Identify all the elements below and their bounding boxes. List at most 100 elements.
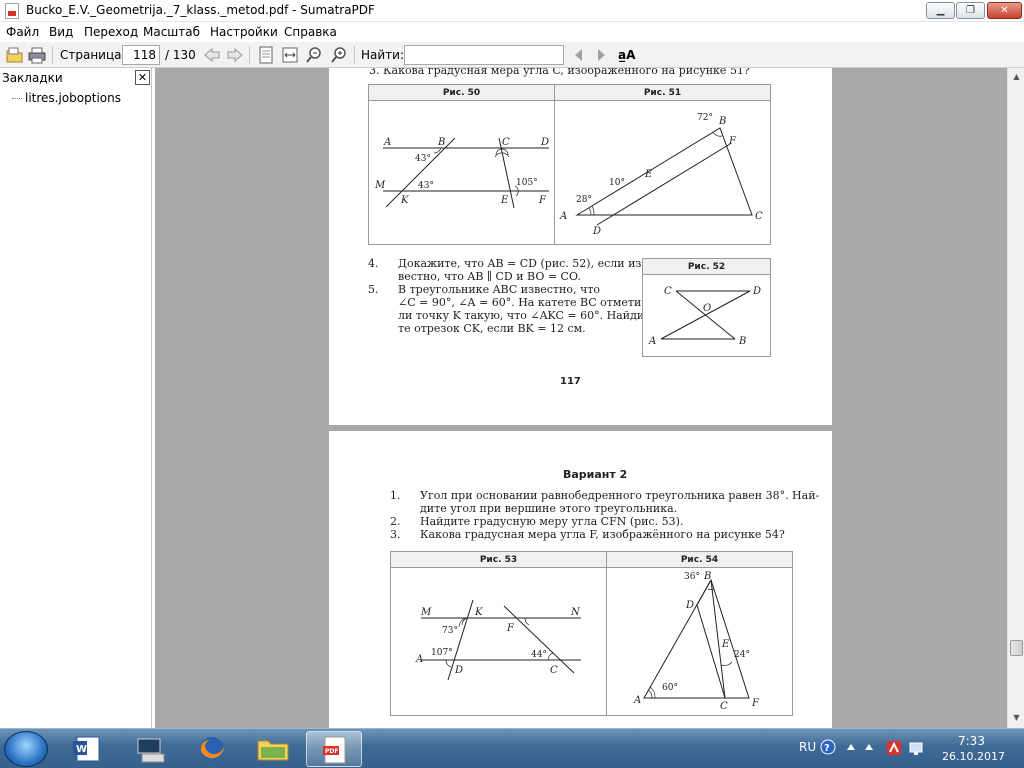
menu-help[interactable]: Справка (284, 25, 337, 39)
clock-date[interactable]: 26.10.2017 (942, 750, 1005, 763)
zoom-in-icon[interactable] (330, 46, 348, 64)
fig50-label-A: A (383, 137, 391, 148)
taskbar-pdf-active[interactable]: PDF (306, 731, 362, 767)
figure-51: Рис. 51 B F E A D C 72° 10° 28° (554, 84, 771, 245)
question-5-line-3: ли точку K такую, что ∠AKC = 60°. Найди- (398, 309, 648, 322)
fig50-label-F: F (538, 195, 547, 206)
next-page-icon[interactable] (226, 46, 244, 64)
language-indicator[interactable]: RU (799, 740, 816, 754)
open-folder-icon[interactable] (6, 46, 24, 64)
tray-arrow-icon[interactable] (864, 742, 874, 752)
menu-go[interactable]: Переход (84, 25, 138, 39)
find-previous-icon[interactable] (570, 46, 588, 64)
fig51-label-F: F (728, 136, 737, 147)
fig50-label-K: K (400, 195, 409, 206)
fig53-label-K: K (474, 607, 483, 618)
help-icon[interactable]: ? (820, 739, 836, 755)
fig53-angle-1: 73° (442, 626, 458, 636)
fig53-label-M: M (420, 607, 432, 618)
word-icon: W (73, 736, 100, 762)
toolbar-separator (52, 46, 53, 64)
question-1-number: 1. (390, 489, 401, 502)
svg-text:?: ? (824, 743, 830, 754)
bookmark-item[interactable]: litres.joboptions (25, 91, 121, 105)
question-5-number: 5. (368, 283, 379, 296)
minimize-button[interactable]: ▁ (926, 2, 955, 19)
fig52-label-B: B (738, 336, 746, 347)
figure-50: Рис. 50 A B C D M K E F 43° 43° 105° (368, 84, 555, 245)
title-bar: Bucko_E.V._Geometrija._7_klass._metod.pd… (0, 0, 1024, 22)
fig54-label-B: B (703, 571, 711, 582)
question-2-number: 2. (390, 515, 401, 528)
question-3-text: Какова градусная мера угла F, изображённ… (420, 528, 785, 541)
fig52-label-A: A (648, 336, 656, 347)
question-1-line-2: дите угол при вершине этого треугольника… (420, 502, 678, 515)
close-button[interactable]: ✕ (987, 2, 1022, 19)
previous-page-icon[interactable] (203, 46, 221, 64)
find-next-icon[interactable] (592, 46, 610, 64)
svg-text:PDF: PDF (325, 748, 338, 755)
menu-settings[interactable]: Настройки (210, 25, 278, 39)
network-icon[interactable] (908, 739, 926, 757)
fig54-label-A: A (633, 695, 641, 706)
taskbar-word[interactable]: W (60, 731, 116, 767)
question-5-line-4: те отрезок CK, если BK = 12 см. (398, 322, 586, 335)
start-orb-icon[interactable] (4, 731, 48, 767)
toolbar-separator (249, 46, 250, 64)
pdf-icon: PDF (323, 736, 346, 764)
toolbar: Страница: / 130 Найти: a̲A (0, 42, 1024, 68)
fig51-label-D: D (592, 226, 601, 237)
match-case-button[interactable]: a̲A (618, 48, 635, 62)
scroll-thumb[interactable] (1010, 640, 1023, 656)
taskbar-computer[interactable] (123, 731, 179, 767)
vertical-scrollbar[interactable]: ▲ ▼ (1007, 68, 1024, 728)
close-bookmarks-button[interactable]: ✕ (135, 70, 150, 85)
fig53-label-A: A (415, 654, 423, 665)
taskbar: W PDF RU ? 7:33 26.10.2017 (0, 728, 1024, 768)
page-number-117: 117 (560, 376, 581, 387)
fig52-label-D: D (752, 286, 761, 297)
fig51-angle-3: 28° (576, 195, 592, 205)
notification-expand-icon[interactable] (846, 742, 856, 752)
figure-52: Рис. 52 C D O A B (642, 258, 771, 357)
page-label: Страница: (60, 48, 126, 62)
menu-view[interactable]: Вид (49, 25, 73, 39)
figure-52-drawing: C D O A B (648, 286, 761, 347)
bookmarks-header: Закладки (2, 71, 63, 85)
fig50-angle-2: 43° (418, 181, 434, 191)
fig50-label-B: B (437, 137, 445, 148)
fig50-label-E: E (500, 195, 509, 206)
page-total: / 130 (165, 48, 196, 62)
fig54-angle-1: 36° (684, 572, 700, 582)
menu-zoom[interactable]: Масштаб (143, 25, 200, 39)
bookmarks-panel: Закладки ✕ litres.joboptions (0, 68, 152, 728)
page-number-input[interactable] (122, 45, 160, 65)
variant-2-heading: Вариант 2 (563, 468, 628, 481)
fig53-label-D: D (454, 665, 463, 676)
zoom-out-icon[interactable] (305, 46, 323, 64)
find-input[interactable] (404, 45, 564, 65)
fig50-angle-1: 43° (415, 154, 431, 164)
clock-time[interactable]: 7:33 (958, 734, 985, 748)
scroll-down-arrow-icon[interactable]: ▼ (1010, 711, 1023, 725)
fit-page-icon[interactable] (257, 46, 275, 64)
fig51-label-E: E (644, 169, 653, 180)
question-4-line-2: вестно, что AB ∥ CD и BO = CO. (398, 270, 581, 283)
fig53-angle-3: 44° (531, 650, 547, 660)
menu-file[interactable]: Файл (6, 25, 39, 39)
document-view[interactable]: 3. Какова градусная мера угла C, изображ… (155, 68, 1007, 728)
antivirus-icon[interactable] (886, 740, 902, 756)
taskbar-explorer[interactable] (245, 731, 301, 767)
fig52-label-O: O (703, 303, 711, 314)
fit-width-icon[interactable] (281, 46, 299, 64)
figure-54-drawing: B D E A C F 36° 24° 60° (633, 571, 760, 712)
taskbar-firefox[interactable] (184, 731, 240, 767)
question-4-line-1: Докажите, что AB = CD (рис. 52), если из… (398, 257, 646, 270)
print-icon[interactable] (28, 46, 46, 64)
scroll-up-arrow-icon[interactable]: ▲ (1010, 70, 1023, 84)
fig50-label-D: D (540, 137, 549, 148)
sumatra-app-icon (5, 3, 19, 19)
maximize-button[interactable]: ❐ (956, 2, 985, 19)
question-4-number: 4. (368, 257, 379, 270)
pdf-page-118: Вариант 2 1. Угол при основании равнобед… (329, 431, 832, 728)
